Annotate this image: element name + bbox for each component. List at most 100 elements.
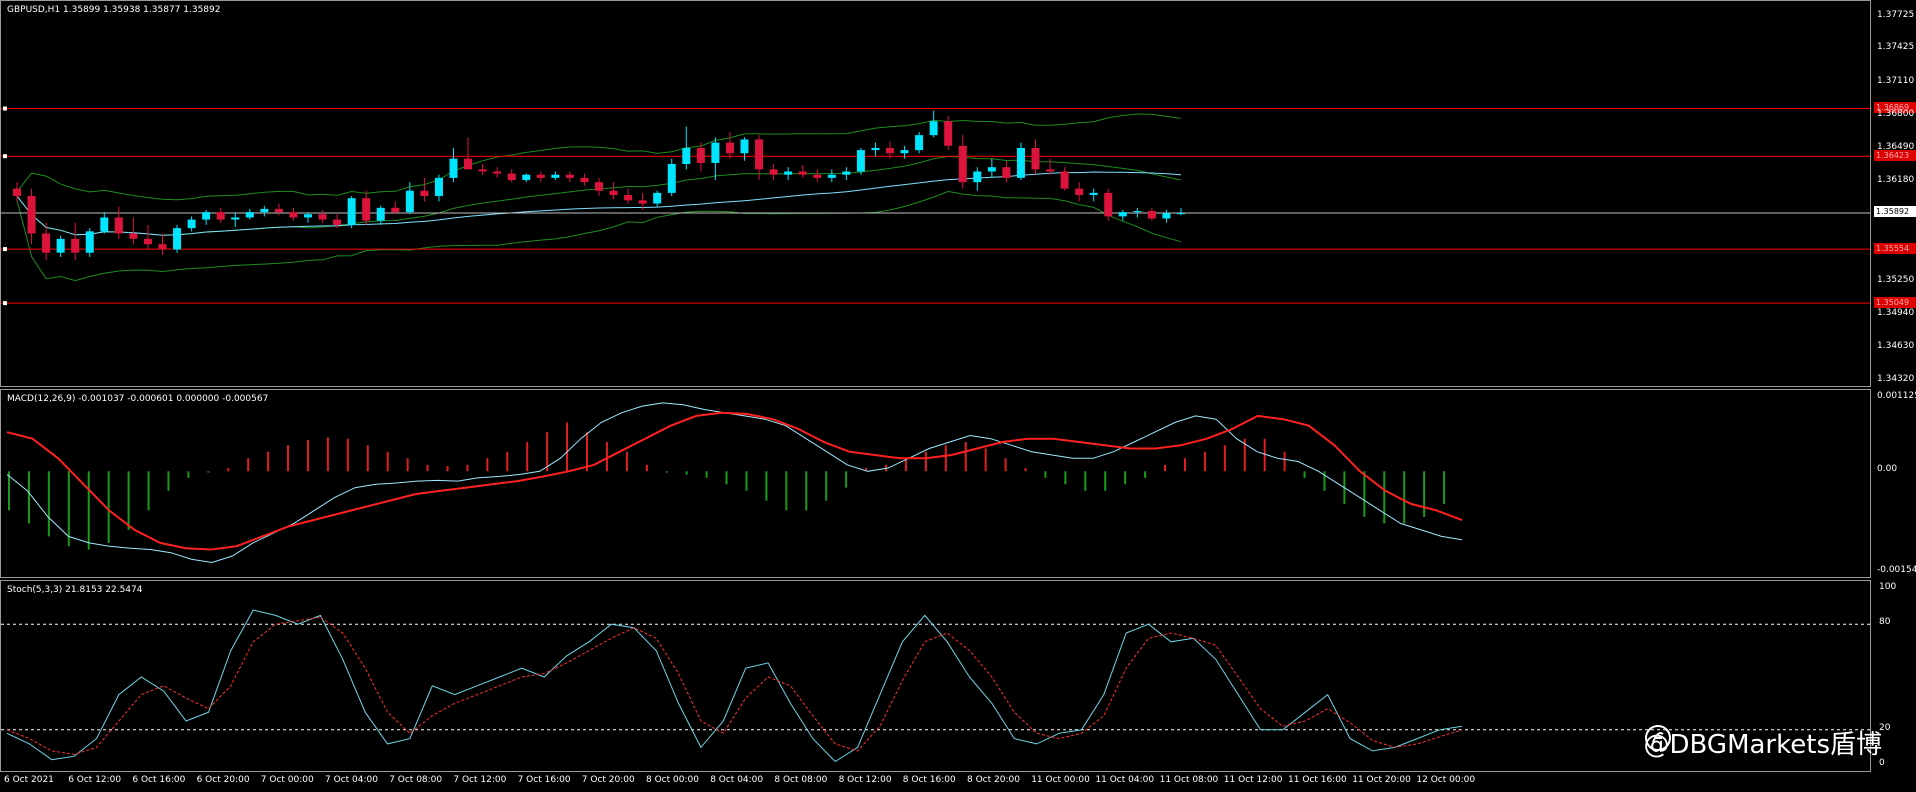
candle-body bbox=[595, 182, 603, 191]
time-tick-label: 7 Oct 12:00 bbox=[453, 775, 507, 785]
candle-body bbox=[274, 208, 283, 213]
candle-body bbox=[1046, 169, 1055, 172]
candle-body bbox=[667, 164, 676, 193]
candle-body bbox=[915, 135, 924, 151]
price-tick-label: 1.34320 bbox=[1877, 374, 1915, 384]
candle-body bbox=[173, 228, 182, 250]
time-tick-label: 7 Oct 04:00 bbox=[325, 775, 378, 785]
price-tick-label: 1.36800 bbox=[1877, 108, 1915, 119]
candle-body bbox=[1118, 212, 1127, 217]
candle-body bbox=[638, 200, 647, 204]
level-price-label: 1.35554 bbox=[1874, 242, 1916, 254]
candle-body bbox=[493, 171, 502, 174]
candle-body bbox=[333, 219, 342, 225]
time-tick-label: 11 Oct 20:00 bbox=[1352, 775, 1411, 785]
stoch-signal-line bbox=[6, 616, 1463, 755]
time-tick-label: 8 Oct 08:00 bbox=[774, 775, 828, 785]
price-chart-panel[interactable]: GBPUSD,H1 1.35899 1.35938 1.35877 1.3589… bbox=[0, 0, 1871, 387]
macd-tick-label: 0.00 bbox=[1877, 464, 1898, 475]
candle-body bbox=[1147, 211, 1156, 219]
candle-body bbox=[769, 169, 778, 175]
price-chart-canvas bbox=[1, 106, 1870, 306]
time-tick-label: 8 Oct 16:00 bbox=[902, 775, 956, 785]
bollinger-lower-band bbox=[16, 190, 1182, 282]
macd-canvas bbox=[6, 402, 1463, 564]
time-tick-label: 7 Oct 00:00 bbox=[260, 775, 314, 785]
time-tick-label: 7 Oct 16:00 bbox=[517, 775, 571, 785]
candle-body bbox=[158, 244, 167, 250]
level-line-handle bbox=[3, 301, 7, 306]
time-tick-label: 11 Oct 12:00 bbox=[1223, 775, 1283, 785]
candle-body bbox=[129, 233, 138, 239]
candle-body bbox=[653, 192, 662, 204]
candle-body bbox=[318, 214, 327, 220]
candle-body bbox=[449, 158, 458, 178]
macd-panel[interactable]: MACD(12,26,9) -0.001037 -0.000601 0.0000… bbox=[0, 389, 1871, 578]
candle-body bbox=[434, 177, 443, 197]
candle-body bbox=[85, 231, 94, 253]
candle-body bbox=[56, 238, 65, 253]
candle-body bbox=[1016, 147, 1025, 178]
price-tick-label: 1.36490 bbox=[1877, 142, 1915, 153]
candle-body bbox=[202, 212, 211, 220]
candle-body bbox=[551, 174, 560, 178]
candle-body bbox=[973, 171, 982, 183]
candle-body bbox=[100, 217, 109, 232]
price-tick-label: 1.37725 bbox=[1877, 10, 1915, 21]
candle-body bbox=[216, 212, 225, 220]
candle-body bbox=[478, 169, 487, 172]
candle-body bbox=[900, 150, 909, 154]
candle-body bbox=[143, 238, 152, 245]
candle-body bbox=[536, 174, 545, 178]
stoch-panel[interactable]: Stoch(5,3,3) 21.8153 22.5474 bbox=[0, 580, 1871, 772]
candle-body bbox=[231, 217, 240, 220]
candle-body bbox=[725, 142, 734, 154]
time-tick-label: 12 Oct 00:00 bbox=[1416, 775, 1476, 785]
candle-body bbox=[260, 208, 269, 213]
candle-body bbox=[886, 147, 894, 154]
candle-body bbox=[245, 212, 254, 218]
candle-body bbox=[609, 190, 618, 195]
candle-body bbox=[376, 207, 385, 221]
candle-body bbox=[1089, 192, 1098, 195]
candle-body bbox=[565, 174, 574, 178]
candle-body bbox=[987, 167, 996, 172]
candle-body bbox=[362, 198, 371, 221]
candle-body bbox=[27, 196, 36, 234]
candle-body bbox=[944, 121, 953, 146]
candle-body bbox=[1002, 167, 1011, 178]
time-tick-label: 6 Oct 12:00 bbox=[68, 775, 122, 785]
candle-body bbox=[464, 158, 473, 170]
candle-body bbox=[856, 150, 865, 172]
level-price-label: 1.35049 bbox=[1874, 296, 1916, 308]
weibo-logo-icon bbox=[1644, 725, 1671, 751]
candle-body bbox=[1031, 147, 1040, 170]
candle-body bbox=[711, 142, 720, 163]
candle-body bbox=[304, 214, 312, 218]
watermark: @DBGMarkets盾博 bbox=[1644, 724, 1882, 761]
stoch-main-line bbox=[6, 609, 1463, 763]
level-line-handle bbox=[3, 106, 7, 111]
candle-body bbox=[696, 147, 705, 163]
time-tick-label: 8 Oct 20:00 bbox=[967, 775, 1020, 785]
candle-body bbox=[289, 212, 298, 218]
candle-body bbox=[958, 145, 967, 183]
candle-body bbox=[507, 173, 516, 181]
candle-body bbox=[347, 198, 356, 225]
time-tick-label: 8 Oct 04:00 bbox=[710, 775, 764, 785]
candle-body bbox=[813, 174, 822, 178]
current-price-label: 1.35892 bbox=[1874, 206, 1916, 218]
time-tick-label: 11 Oct 00:00 bbox=[1031, 775, 1090, 785]
price-tick-label: 1.35250 bbox=[1877, 274, 1915, 285]
candle-body bbox=[391, 207, 400, 213]
candle-body bbox=[13, 188, 21, 197]
stoch-tick-label: 80 bbox=[1879, 617, 1891, 628]
time-tick-label: 11 Oct 16:00 bbox=[1288, 775, 1347, 785]
macd-axis: 0.001125 0.00 -0.001546 bbox=[1871, 389, 1916, 578]
candle-body bbox=[1104, 192, 1113, 217]
macd-signal-line bbox=[6, 411, 1463, 551]
time-tick-label: 11 Oct 08:00 bbox=[1159, 775, 1219, 785]
candle-body bbox=[1177, 213, 1185, 215]
candle-body bbox=[624, 195, 633, 201]
candle-body bbox=[1075, 188, 1084, 195]
